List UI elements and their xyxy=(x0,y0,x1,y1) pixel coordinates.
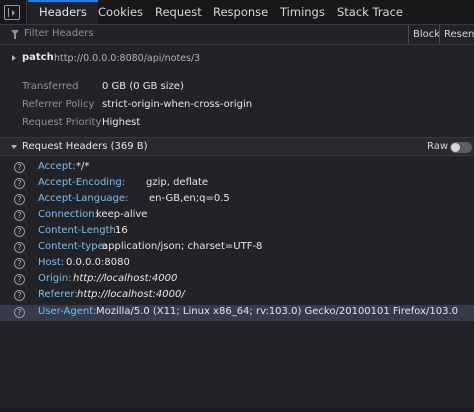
request-method: patch xyxy=(22,52,54,63)
filter-bar: Filter Headers Block Resend xyxy=(0,25,474,45)
question-circle-icon[interactable]: ? xyxy=(14,307,25,318)
header-row[interactable]: ? Accept: */* xyxy=(0,160,474,176)
raw-toggle[interactable] xyxy=(450,142,472,153)
tab-cookies[interactable]: Cookies xyxy=(98,0,143,24)
question-circle-icon[interactable]: ? xyxy=(14,226,25,237)
summary-label: Transferred xyxy=(22,81,79,92)
request-headers-section[interactable]: Request Headers (369 B) Raw xyxy=(0,137,474,156)
header-name: Connection: xyxy=(38,209,98,220)
section-title: Request Headers (369 B) xyxy=(22,141,148,152)
header-row[interactable]: ? Content-type: application/json; charse… xyxy=(0,240,474,256)
bottom-edge xyxy=(0,408,474,412)
header-value: application/json; charset=UTF-8 xyxy=(102,241,263,252)
raw-label: Raw xyxy=(427,141,449,152)
question-circle-icon[interactable]: ? xyxy=(14,194,25,205)
question-circle-icon[interactable]: ? xyxy=(14,258,25,269)
summary-row-referrer-policy: Referrer Policy strict-origin-when-cross… xyxy=(0,97,474,115)
summary-label: Referrer Policy xyxy=(22,99,95,110)
header-row[interactable]: ? Accept-Encoding: gzip, deflate xyxy=(0,176,474,192)
header-value: en-GB,en;q=0.5 xyxy=(149,193,230,204)
request-url: http://0.0.0.0:8080/api/notes/3 xyxy=(54,53,201,64)
header-name: Accept-Language: xyxy=(38,193,129,204)
question-circle-icon[interactable]: ? xyxy=(14,290,25,301)
request-summary: patch http://0.0.0.0:8080/api/notes/3 Tr… xyxy=(0,45,474,137)
header-row[interactable]: ? Origin: http://localhost:4000 xyxy=(0,272,474,288)
header-name: Content-type: xyxy=(38,241,108,252)
filter-icon xyxy=(11,30,19,39)
header-row[interactable]: ? Accept-Language: en-GB,en;q=0.5 xyxy=(0,192,474,208)
tab-headers[interactable]: Headers xyxy=(28,0,98,24)
block-button[interactable]: Block xyxy=(408,25,440,45)
header-row-selected[interactable]: ? User-Agent: Mozilla/5.0 (X11; Linux x8… xyxy=(0,305,474,321)
tab-stack-trace[interactable]: Stack Trace xyxy=(337,0,403,24)
header-value: */* xyxy=(76,161,90,172)
header-name: Referer: xyxy=(38,289,78,300)
header-name: User-Agent: xyxy=(38,306,97,317)
header-value: http://localhost:4000 xyxy=(73,273,178,284)
question-circle-icon[interactable]: ? xyxy=(14,162,25,173)
header-row[interactable]: ? Connection: keep-alive xyxy=(0,208,474,224)
header-value: Mozilla/5.0 (X11; Linux x86_64; rv:103.0… xyxy=(96,306,459,317)
summary-value: strict-origin-when-cross-origin xyxy=(102,99,253,110)
expand-arrow-icon[interactable] xyxy=(12,55,16,61)
filter-headers-input[interactable]: Filter Headers xyxy=(24,28,94,39)
header-name: Origin: xyxy=(38,273,72,284)
header-value: gzip, deflate xyxy=(146,177,209,188)
resend-button[interactable]: Resend xyxy=(439,25,474,45)
tab-bar: Headers Cookies Request Response Timings… xyxy=(0,0,474,25)
summary-value: 0 GB (0 GB size) xyxy=(102,81,184,92)
header-row[interactable]: ? Referer: http://localhost:4000/ xyxy=(0,288,474,304)
question-circle-icon[interactable]: ? xyxy=(14,274,25,285)
header-value: http://localhost:4000/ xyxy=(77,289,185,300)
tab-request[interactable]: Request xyxy=(155,0,202,24)
header-row[interactable]: ? Content-Length: 16 xyxy=(0,224,474,240)
header-row[interactable]: ? Host: 0.0.0.0:8080 xyxy=(0,256,474,272)
sidebar-toggle-icon[interactable] xyxy=(4,5,20,20)
header-value: 16 xyxy=(115,225,128,236)
tab-divider xyxy=(26,0,27,24)
summary-value: Highest xyxy=(102,117,141,128)
question-circle-icon[interactable]: ? xyxy=(14,210,25,221)
tab-timings[interactable]: Timings xyxy=(280,0,325,24)
header-name: Accept: xyxy=(38,161,76,172)
question-circle-icon[interactable]: ? xyxy=(14,242,25,253)
question-circle-icon[interactable]: ? xyxy=(14,178,25,189)
header-value: 0.0.0.0:8080 xyxy=(66,257,130,268)
header-name: Host: xyxy=(38,257,65,268)
collapse-arrow-icon[interactable] xyxy=(11,145,17,149)
tab-response[interactable]: Response xyxy=(213,0,268,24)
header-name: Accept-Encoding: xyxy=(38,177,126,188)
summary-row-request-priority: Request Priority Highest xyxy=(0,115,474,133)
header-name: Content-Length: xyxy=(38,225,120,236)
summary-label: Request Priority xyxy=(22,117,102,128)
header-value: keep-alive xyxy=(96,209,148,220)
summary-row-transferred: Transferred 0 GB (0 GB size) xyxy=(0,79,474,97)
